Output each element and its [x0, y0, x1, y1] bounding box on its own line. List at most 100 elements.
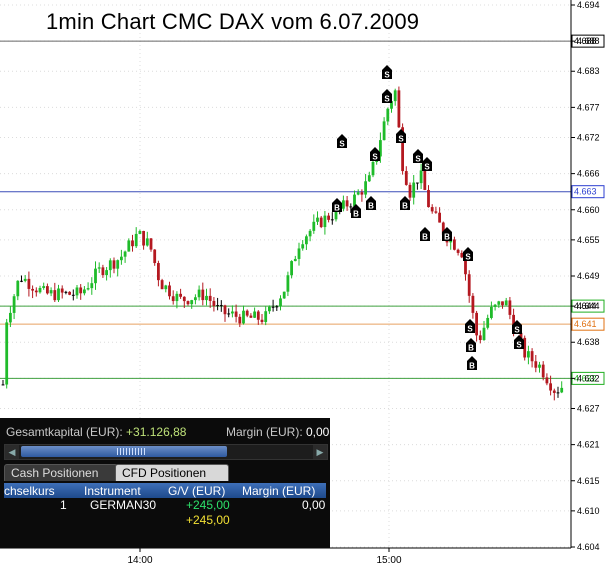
candle-body [94, 268, 97, 284]
candle-body [149, 238, 153, 250]
candle-body [404, 171, 408, 185]
tab-cfd-positionen[interactable]: CFD Positionen [115, 464, 229, 481]
candle-body [427, 189, 430, 208]
candle-body [1, 384, 5, 386]
tab-cash-positionen[interactable]: Cash Positionen [4, 464, 118, 481]
candle-body [316, 217, 319, 222]
price-label: 4.655 [577, 235, 600, 245]
candle-body [42, 286, 46, 288]
marker-letter: B [353, 210, 359, 219]
candle-body [49, 290, 53, 294]
candle-body [194, 297, 197, 301]
horizontal-scrollbar[interactable]: ◀ ▶ [4, 444, 328, 460]
cell-margin: 0,00 [302, 498, 326, 512]
col-header-rate[interactable]: chselkurs [4, 484, 55, 498]
candle-body [275, 306, 279, 308]
candle-body [397, 90, 401, 128]
price-label: 4.683 [577, 66, 600, 76]
candle-body [71, 294, 75, 296]
marker-letter: B [334, 204, 340, 213]
candle-body [382, 121, 386, 141]
candle-body [164, 285, 168, 290]
level-label: 4.663 [574, 187, 597, 197]
candle-body [482, 327, 486, 341]
candle-body [367, 175, 371, 182]
candle-body [108, 260, 112, 271]
candle-body [234, 311, 238, 317]
candle-body [186, 301, 190, 305]
candle-body [160, 280, 164, 290]
capital-value: +31.126,88 [126, 425, 187, 439]
candle-body [530, 351, 534, 362]
candle-body [456, 249, 460, 253]
marker-letter: S [384, 71, 390, 80]
capital-label: Gesamtkapital (EUR): [6, 425, 123, 439]
table-row[interactable]: +245,00 [4, 513, 326, 528]
buy-marker-icon: B [467, 356, 477, 371]
sell-marker-icon: S [337, 134, 347, 149]
margin-value: 0,00 [306, 425, 330, 439]
candle-body [16, 280, 20, 297]
buy-marker-icon: B [466, 338, 476, 353]
price-label: 4.672 [577, 132, 600, 142]
candle-body [245, 310, 249, 316]
marker-letter: B [468, 344, 474, 353]
price-label: 4.666 [577, 169, 600, 179]
price-label: 4.660 [577, 205, 600, 215]
candle-body [131, 240, 134, 247]
candle-body [97, 267, 101, 269]
marker-letter: B [402, 202, 408, 211]
candle-body [212, 300, 216, 307]
candle-body [545, 377, 549, 384]
candle-body [327, 215, 330, 220]
marker-letter: S [339, 140, 345, 149]
candle-body [419, 170, 423, 184]
candle-body [453, 239, 456, 250]
candle-body [227, 313, 231, 315]
candle-body [27, 278, 31, 289]
price-label: 4.615 [577, 476, 600, 486]
col-header-pl[interactable]: G/V (EUR) [168, 484, 225, 498]
candle-body [342, 200, 345, 209]
candle-body [238, 316, 242, 324]
time-label: 15:00 [376, 555, 401, 566]
candle-body [364, 181, 367, 195]
margin-label: Margin (EUR): [226, 425, 303, 439]
marker-letter: B [444, 233, 450, 242]
candle-body [297, 248, 301, 259]
candle-body [349, 206, 353, 208]
candle-body [330, 219, 334, 221]
candle-body [205, 295, 208, 301]
candle-body [256, 311, 260, 320]
candle-body [23, 278, 27, 281]
col-header-instrument[interactable]: Instrument [84, 484, 141, 498]
candle-body [20, 280, 23, 282]
chart-title: 1min Chart CMC DAX vom 6.07.2009 [46, 9, 420, 34]
table-row[interactable]: 1 GERMAN30 +245,00 0,00 [4, 498, 326, 513]
candle-body [323, 215, 327, 228]
total-pl: +245,00 [186, 513, 230, 527]
candle-body [319, 217, 323, 228]
marker-letter: S [415, 155, 421, 164]
price-label: 4.621 [577, 440, 600, 450]
scroll-right-icon[interactable]: ▶ [313, 445, 327, 459]
candle-body [46, 286, 49, 294]
candle-body [53, 290, 57, 301]
marker-letter: B [368, 202, 374, 211]
candle-body [90, 283, 94, 289]
candle-body [538, 364, 541, 368]
candle-body [308, 230, 312, 237]
scroll-thumb[interactable] [21, 446, 227, 457]
candle-body [242, 310, 245, 324]
candle-body [393, 90, 397, 102]
price-label: 4.677 [577, 102, 600, 112]
col-header-margin[interactable]: Margin (EUR) [242, 484, 315, 498]
candle-body [86, 288, 90, 290]
price-label: 4.688 [577, 36, 600, 46]
scroll-left-icon[interactable]: ◀ [5, 445, 19, 459]
candle-body [112, 260, 116, 269]
sell-marker-icon: S [396, 129, 406, 144]
time-label: 14:00 [127, 555, 152, 566]
candle-body [219, 305, 223, 307]
candle-body [434, 211, 438, 213]
